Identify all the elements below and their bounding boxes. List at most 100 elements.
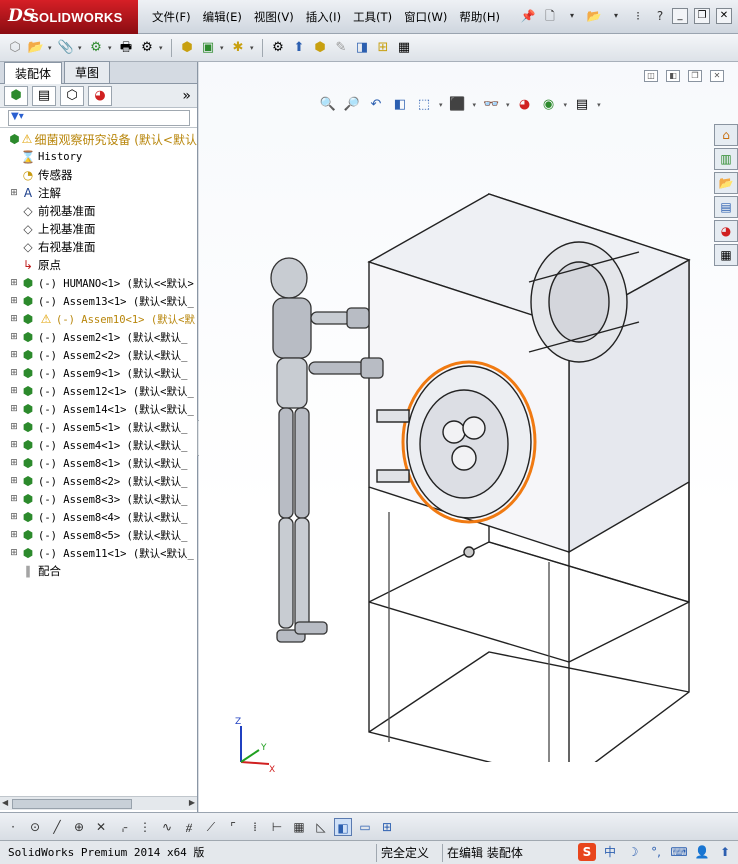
tab-assembly[interactable]: 装配体 (4, 62, 63, 84)
new-part-icon[interactable]: ⬡ (6, 39, 24, 57)
view-orientation-icon[interactable]: ⬚ (415, 96, 433, 114)
expand-panel-icon[interactable]: » (182, 88, 191, 104)
dropdown-arrow-icon[interactable]: ▾ (108, 44, 114, 52)
view-settings-icon[interactable]: ▤ (573, 96, 591, 114)
horizontal-scrollbar[interactable]: ◀ ▶ (0, 796, 197, 810)
viewport-restore-icon[interactable]: ❐ (688, 70, 702, 82)
expand-toggle-icon[interactable]: ⊞ (8, 530, 20, 540)
solidworks-logo[interactable]: DS SOLIDWORKS (0, 0, 138, 34)
tree-item[interactable]: ⊞ ⬢ (-) Assem8<4> (默认<默认_ (0, 508, 197, 526)
keyboard-icon[interactable]: ⌨ (670, 843, 688, 861)
propertymanager-tab-icon[interactable]: ▤ (32, 85, 56, 106)
spline-icon[interactable]: ∿ (158, 818, 176, 836)
upload-icon[interactable]: ⬆ (716, 843, 734, 861)
zoom-to-fit-icon[interactable]: 🔍 (319, 96, 337, 114)
dropdown-arrow-icon[interactable]: ▾ (159, 44, 165, 52)
tree-item[interactable]: ⊞ ⬢ (-) Assem5<1> (默认<默认_ (0, 418, 197, 436)
tree-item[interactable]: ⌛ History (0, 148, 197, 166)
menu-insert[interactable]: 插入(I) (300, 9, 347, 25)
open-icon[interactable]: 📂 (27, 39, 45, 57)
menu-file[interactable]: 文件(F) (146, 9, 197, 25)
ime-language[interactable]: 中 (601, 843, 619, 861)
expand-toggle-icon[interactable]: ⊞ (8, 386, 20, 396)
expand-toggle-icon[interactable]: ⊞ (8, 350, 20, 360)
close-icon[interactable]: ✕ (716, 8, 732, 24)
menu-view[interactable]: 视图(V) (248, 9, 300, 25)
user-icon[interactable]: 👤 (693, 843, 711, 861)
print-icon[interactable]: 🖶 (117, 39, 135, 57)
expand-toggle-icon[interactable]: ⊞ (8, 368, 20, 378)
expand-toggle-icon[interactable]: ⊞ (8, 440, 20, 450)
tree-item[interactable]: ⊞ ⬢ (-) Assem13<1> (默认<默认_ (0, 292, 197, 310)
properties-icon[interactable]: ▦ (395, 39, 413, 57)
featuremanager-tab-icon[interactable]: ⬢ (4, 85, 28, 106)
gear-icon[interactable]: ⚙ (269, 39, 287, 57)
tree-item[interactable]: ⊞ ⬢ (-) Assem8<3> (默认<默认_ (0, 490, 197, 508)
exploded-view-icon[interactable]: ✎ (332, 39, 350, 57)
rebuild-icon[interactable]: ⚙ (87, 39, 105, 57)
tree-filter-input[interactable]: ▼▾ (8, 109, 190, 126)
tree-item[interactable]: ⊞ ⬢ (-) Assem2<1> (默认<默认_ (0, 328, 197, 346)
expand-toggle-icon[interactable]: ⊞ (8, 422, 20, 432)
tree-item[interactable]: ⊞ ⬢ (-) HUMANO<1> (默认<<默认> (0, 274, 197, 292)
dropdown-arrow-icon[interactable]: ▾ (48, 44, 54, 52)
expand-toggle-icon[interactable]: ⊞ (8, 494, 20, 504)
dropdown-arrow-icon[interactable]: ▾ (473, 101, 477, 109)
tree-root-assembly[interactable]: ⬢ ⚠ 细菌观察研究设备 (默认<默认 (0, 130, 197, 148)
measure-icon[interactable]: ⊞ (374, 39, 392, 57)
assembly-icon[interactable]: ⬢ (178, 39, 196, 57)
fillet-icon[interactable]: ⟋ (202, 818, 220, 836)
viewport-next-icon[interactable]: ◧ (666, 70, 680, 82)
tree-item[interactable]: ⊞ ⬢ (-) Assem8<2> (默认<默认_ (0, 472, 197, 490)
expand-toggle-icon[interactable]: ⊞ (8, 332, 20, 342)
tree-item[interactable]: ⊞ ⬢ (-) Assem8<1> (默认<默认_ (0, 454, 197, 472)
viewport-prev-icon[interactable]: ◫ (644, 70, 658, 82)
offset-icon[interactable]: ⧣ (180, 818, 198, 836)
viewport-close-icon[interactable]: ✕ (710, 70, 724, 82)
mirror-icon[interactable]: ⋮ (136, 818, 154, 836)
dropdown-arrow-icon[interactable]: ▾ (220, 44, 226, 52)
tree-item[interactable]: ◇ 右视基准面 (0, 238, 197, 256)
tree-item[interactable]: ◔ 传感器 (0, 166, 197, 184)
dropdown-arrow-icon[interactable]: ▾ (506, 101, 510, 109)
dropdown-arrow-icon[interactable]: ▾ (564, 101, 568, 109)
expand-toggle-icon[interactable]: ⊞ (8, 296, 20, 306)
tree-item[interactable]: ⊞ ⬢ (-) Assem12<1> (默认<默认_ (0, 382, 197, 400)
dropdown-arrow-icon[interactable]: ▾ (564, 8, 580, 24)
zoom-to-area-icon[interactable]: 🔎 (343, 96, 361, 114)
new-document-icon[interactable]: 🗋 (542, 8, 558, 24)
restore-icon[interactable]: ❐ (694, 8, 710, 24)
sogou-ime-icon[interactable]: S (578, 843, 596, 861)
solidworks-resources-icon[interactable]: ⌂ (714, 124, 738, 146)
tree-item[interactable]: ↳ 原点 (0, 256, 197, 274)
triangle-icon[interactable]: ◺ (312, 818, 330, 836)
more-icon[interactable]: ⁝ (630, 8, 646, 24)
tree-item[interactable]: ⊞ ⬢ ⚠ (-) Assem10<1> (默认<默 (0, 310, 197, 328)
line-icon[interactable]: ╱ (48, 818, 66, 836)
dropdown-arrow-icon[interactable]: ▾ (250, 44, 256, 52)
polygon-icon[interactable]: ⊕ (70, 818, 88, 836)
open-folder-icon[interactable]: 📂 (586, 8, 602, 24)
tree-item[interactable]: ◇ 前视基准面 (0, 202, 197, 220)
tree-item[interactable]: ◇ 上视基准面 (0, 220, 197, 238)
tree-item[interactable]: ∥ 配合 (0, 562, 197, 580)
edit-appearance-icon[interactable]: ◕ (516, 96, 534, 114)
corner-rectangle-icon[interactable]: ⌌ (114, 818, 132, 836)
menu-help[interactable]: 帮助(H) (453, 9, 506, 25)
menu-tools[interactable]: 工具(T) (347, 9, 398, 25)
dimension-icon[interactable]: ⊢ (268, 818, 286, 836)
grid-icon[interactable]: ▦ (290, 818, 308, 836)
scroll-right-icon[interactable]: ▶ (189, 798, 195, 807)
expand-toggle-icon[interactable]: ⊞ (8, 476, 20, 486)
tree-item[interactable]: ⊞ ⬢ (-) Assem2<2> (默认<默认_ (0, 346, 197, 364)
interference-icon[interactable]: ◨ (353, 39, 371, 57)
circle-icon[interactable]: ⊙ (26, 818, 44, 836)
filter-icon[interactable]: ▼▾ (11, 111, 24, 122)
move-component-icon[interactable]: ⬆ (290, 39, 308, 57)
graphics-area[interactable]: ◫ ◧ ❐ ✕ 🔍 🔎 ↶ ◧ ⬚ ▾ ⬛ ▾ 👓 ▾ ◕ ◉ ▾ ▤ ▾ ⌂ … (199, 62, 738, 812)
mate-icon[interactable]: ⬢ (311, 39, 329, 57)
pin-icon[interactable]: 📌 (520, 8, 536, 24)
tab-sketch[interactable]: 草图 (64, 61, 111, 83)
options-icon[interactable]: ⚙ (138, 39, 156, 57)
display-style-icon[interactable]: ⬛ (449, 96, 467, 114)
